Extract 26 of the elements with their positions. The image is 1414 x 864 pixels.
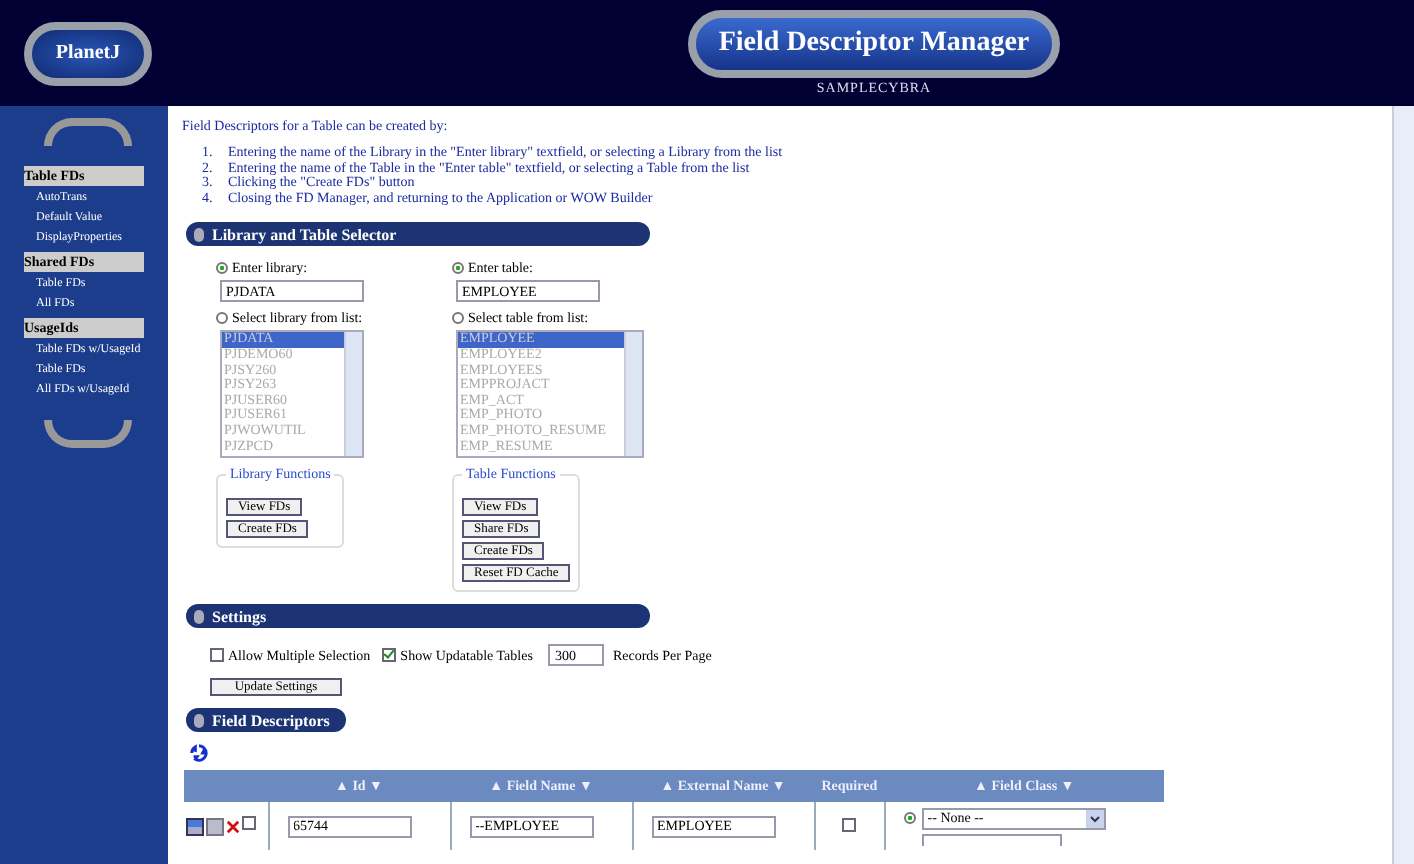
checkbox[interactable]: [382, 648, 397, 663]
dropdown[interactable]: [921, 833, 1062, 846]
knob-icon: [194, 227, 204, 242]
delete-icon[interactable]: [226, 820, 240, 835]
checkbox[interactable]: [210, 648, 224, 663]
knob-icon: [194, 713, 204, 728]
knob-icon: [194, 609, 204, 624]
edit-icon[interactable]: [186, 818, 204, 837]
section-title: Field Descriptors: [212, 711, 330, 730]
section-title: Settings: [212, 607, 267, 626]
app-title: Field Descriptor Manager: [688, 10, 1060, 78]
radio-button[interactable]: [216, 262, 228, 275]
radio-button[interactable]: [216, 312, 228, 325]
scrollbar[interactable]: [1392, 106, 1414, 864]
section-title: Library and Table Selector: [212, 225, 397, 244]
radio-button[interactable]: [452, 312, 464, 325]
checkbox[interactable]: [842, 817, 857, 832]
copy-icon[interactable]: [206, 818, 224, 837]
checkbox[interactable]: [242, 816, 256, 831]
radio-button[interactable]: [452, 262, 464, 275]
sidebar-ornament: [44, 118, 132, 146]
refresh-icon[interactable]: [190, 744, 208, 763]
sidebar-ornament: [44, 420, 132, 448]
logo: PlanetJ: [24, 21, 152, 85]
radio-button[interactable]: [903, 812, 916, 825]
caret-icon: [1085, 809, 1104, 828]
